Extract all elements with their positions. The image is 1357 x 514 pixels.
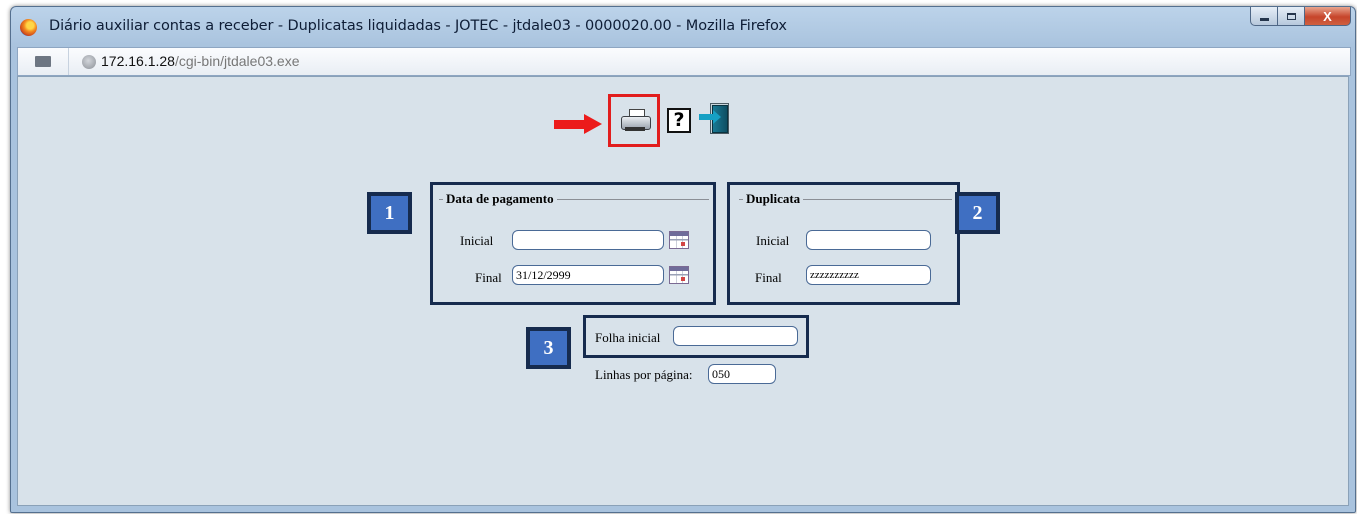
badge-1: 1 <box>367 192 412 234</box>
minimize-button[interactable] <box>1250 7 1278 26</box>
folha-inicial-label: Folha inicial <box>595 330 661 345</box>
help-button[interactable]: ? <box>667 108 691 133</box>
badge-3: 3 <box>526 327 571 369</box>
duplicata-final-input[interactable] <box>806 265 931 285</box>
url-path: /cgi-bin/jtdale03.exe <box>174 53 300 69</box>
badge-2: 2 <box>955 192 1000 234</box>
url-host: 172.16.1.28 <box>101 53 175 69</box>
minimize-icon <box>1259 17 1269 21</box>
exit-button[interactable] <box>698 103 732 135</box>
browser-window: Diário auxiliar contas a receber - Dupli… <box>10 6 1356 513</box>
linhas-por-pagina-label: Linhas por página: <box>595 367 693 382</box>
duplicata-fieldset: Duplicata <box>739 191 952 207</box>
red-arrow-icon <box>554 114 604 134</box>
print-button[interactable] <box>608 94 660 147</box>
duplicata-legend: Duplicata <box>743 191 804 207</box>
folha-inicial-input[interactable] <box>673 326 798 346</box>
duplicata-inicial-label: Inicial <box>756 233 790 248</box>
page-content: ? 1 Data de pagamento Inicial Final 2 Du… <box>17 76 1349 506</box>
linhas-por-pagina-input[interactable] <box>708 364 776 384</box>
data-pagamento-fieldset: Data de pagamento <box>439 191 709 207</box>
window-controls: X <box>1250 7 1351 27</box>
globe-icon <box>82 55 96 69</box>
tab-groups-icon <box>35 56 51 67</box>
maximize-button[interactable] <box>1278 7 1305 26</box>
title-bar: Diário auxiliar contas a receber - Dupli… <box>11 7 1355 45</box>
url-text[interactable]: 172.16.1.28/cgi-bin/jtdale03.exe <box>101 53 300 69</box>
data-inicial-label: Inicial <box>460 233 494 248</box>
data-pagamento-legend: Data de pagamento <box>443 191 557 207</box>
maximize-icon <box>1286 12 1296 20</box>
tab-groups-button[interactable] <box>18 48 69 75</box>
data-final-label: Final <box>475 270 502 285</box>
printer-icon <box>621 109 651 133</box>
duplicata-inicial-input[interactable] <box>806 230 931 250</box>
data-final-input[interactable] <box>512 265 664 285</box>
address-bar[interactable]: 172.16.1.28/cgi-bin/jtdale03.exe <box>17 47 1351 76</box>
window-title: Diário auxiliar contas a receber - Dupli… <box>49 18 787 34</box>
firefox-logo-icon <box>20 19 37 36</box>
calendar-icon[interactable] <box>669 266 689 284</box>
close-button[interactable]: X <box>1305 7 1351 26</box>
duplicata-final-label: Final <box>755 270 782 285</box>
calendar-icon[interactable] <box>669 231 689 249</box>
data-inicial-input[interactable] <box>512 230 664 250</box>
